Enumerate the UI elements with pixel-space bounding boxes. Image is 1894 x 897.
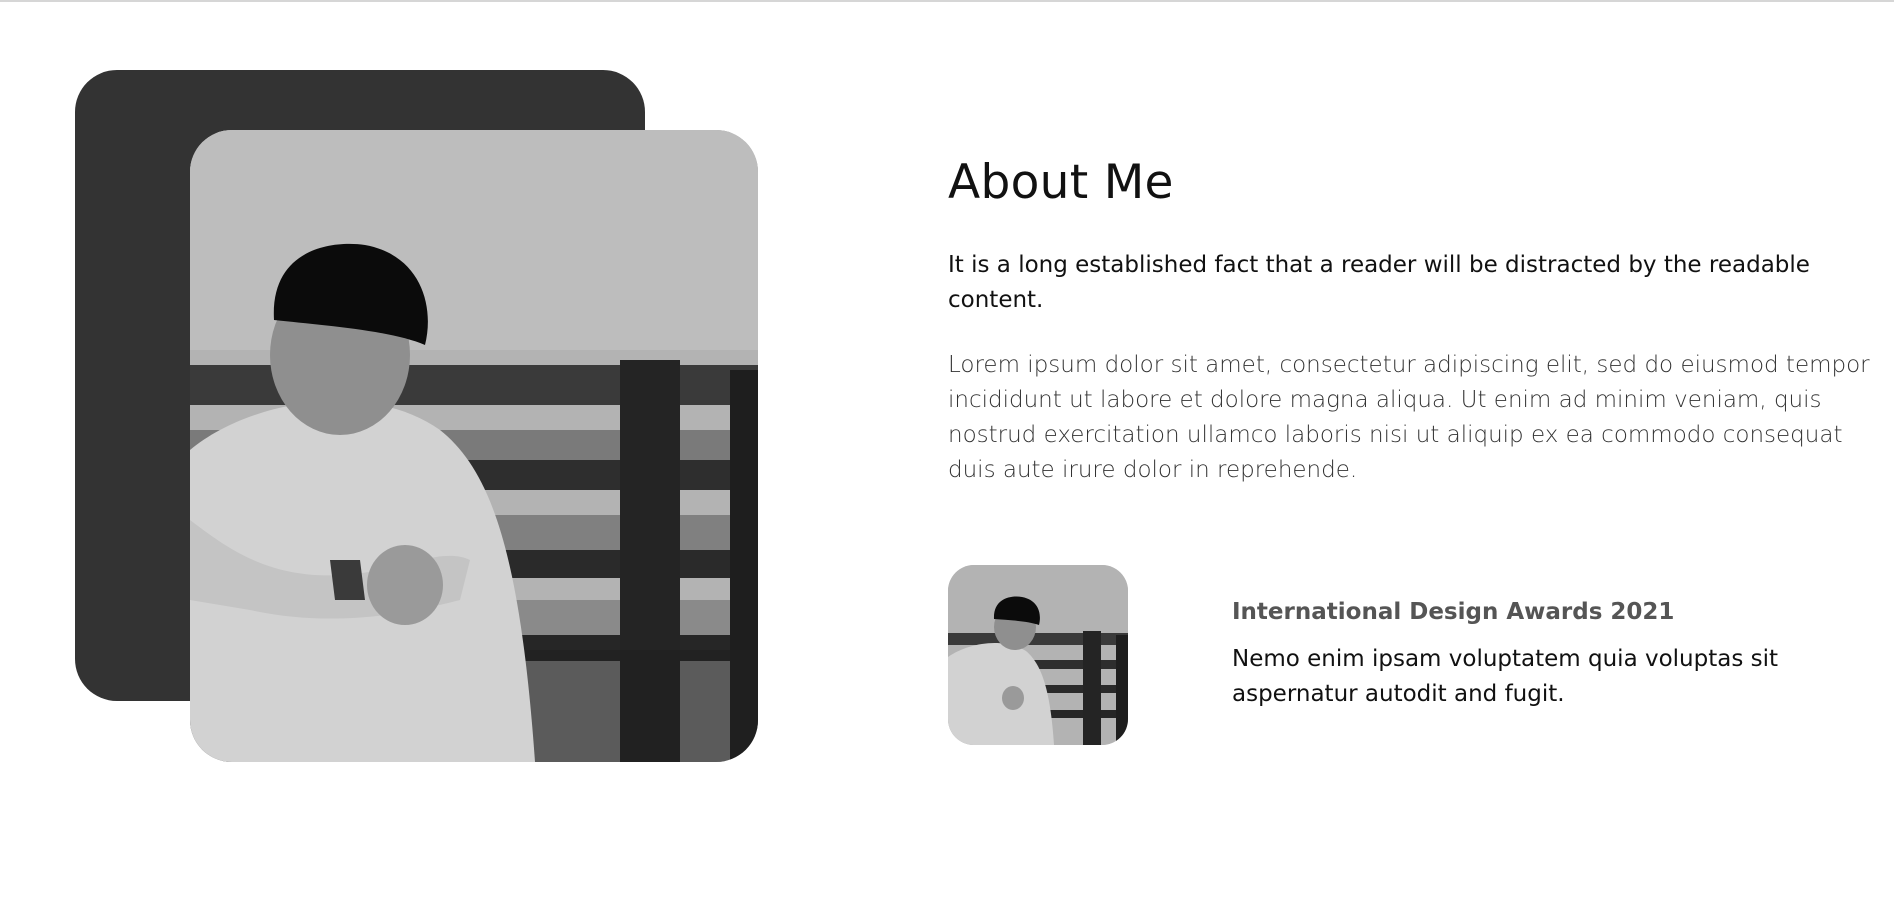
profile-photo <box>190 130 758 762</box>
about-lead-text: It is a long established fact that a rea… <box>948 252 1810 313</box>
about-heading: About Me <box>948 155 1174 210</box>
about-content: About Me It is a long established fact t… <box>948 150 1894 483</box>
award-title: International Design Awards 2021 <box>1232 599 1675 625</box>
top-divider <box>0 0 1894 2</box>
about-body-text: Lorem ipsum dolor sit amet, consectetur … <box>948 352 1870 483</box>
award-thumbnail <box>948 565 1128 745</box>
award-description: Nemo enim ipsam voluptatem quia voluptas… <box>1232 646 1779 707</box>
award-details: International Design Awards 2021 Nemo en… <box>1232 592 1894 712</box>
